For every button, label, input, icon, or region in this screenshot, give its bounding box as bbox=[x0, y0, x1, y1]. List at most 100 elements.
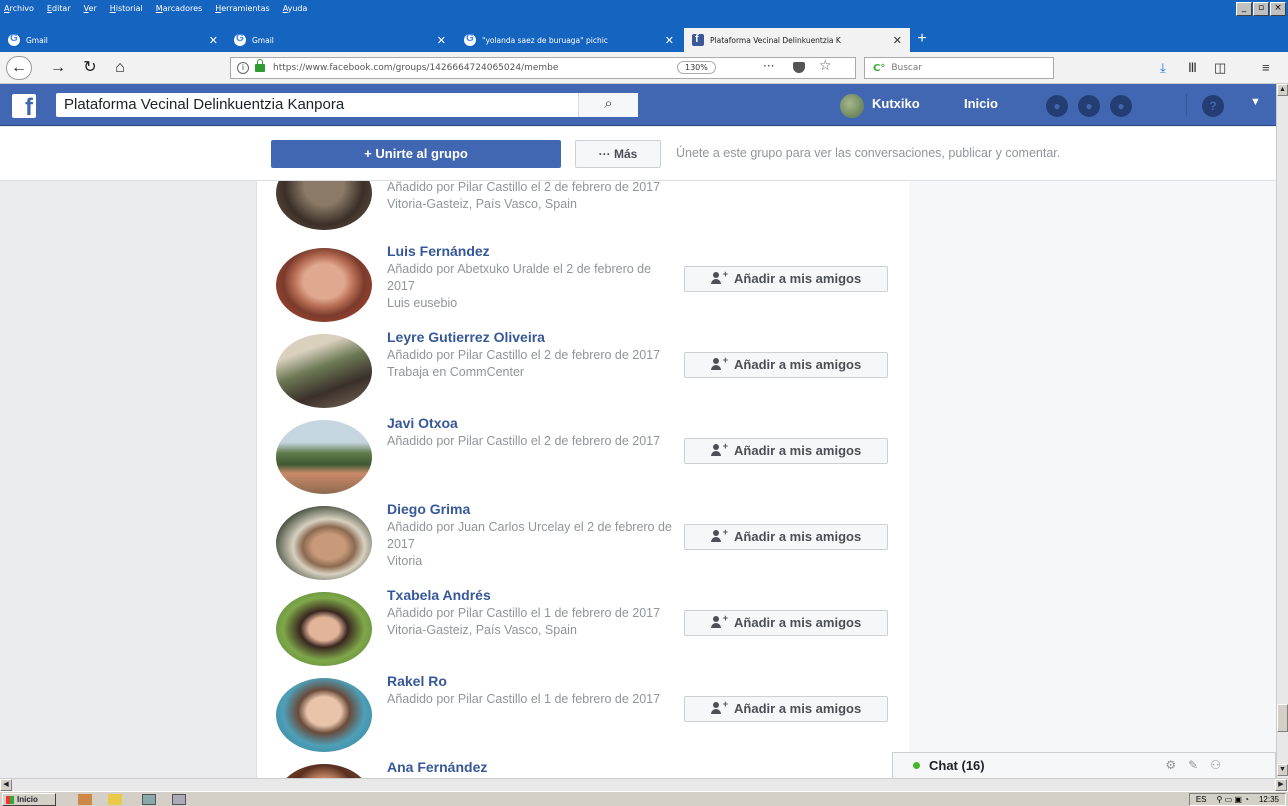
menu-herramientas[interactable]: Herramientas bbox=[215, 4, 270, 13]
browser-search-input[interactable]: C° Buscar bbox=[864, 57, 1054, 79]
tab-gmail-2[interactable]: Gmail ✕ bbox=[226, 28, 454, 52]
menu-ayuda[interactable]: Ayuda bbox=[283, 4, 308, 13]
window-icon[interactable] bbox=[172, 794, 186, 805]
menu-marcadores[interactable]: Marcadores bbox=[156, 4, 202, 13]
download-icon[interactable]: ⤓ bbox=[1160, 60, 1166, 76]
back-button[interactable]: ← bbox=[6, 56, 32, 80]
restore-icon[interactable]: ▫ bbox=[1253, 2, 1269, 16]
member-name[interactable]: Javi Otxoa bbox=[387, 415, 458, 431]
add-friend-button[interactable]: + Añadir a mis amigos bbox=[684, 696, 888, 722]
member-name[interactable]: Leyre Gutierrez Oliveira bbox=[387, 329, 545, 345]
tab-title: Gmail bbox=[252, 35, 274, 45]
chat-bar[interactable]: Chat (16) ⚙✎⚇ bbox=[892, 752, 1276, 778]
tab-google-search[interactable]: "yolanda saez de buruaga" pichic ✕ bbox=[456, 28, 682, 52]
forward-button[interactable]: → bbox=[48, 58, 68, 78]
tab-gmail-1[interactable]: Gmail ✕ bbox=[0, 28, 226, 52]
tray-icons: ⚲ ▭ ▣ ◔ bbox=[1216, 795, 1249, 804]
quicklaunch-icon[interactable] bbox=[78, 794, 92, 805]
google-icon bbox=[464, 33, 476, 46]
clock: 12:35 bbox=[1258, 795, 1279, 804]
language-indicator[interactable]: ES bbox=[1196, 794, 1207, 805]
home-link[interactable]: Inicio bbox=[964, 96, 998, 111]
messenger-icon[interactable]: ● bbox=[1078, 95, 1100, 117]
minimize-icon[interactable]: _ bbox=[1236, 2, 1252, 16]
scroll-down-icon[interactable]: ▼ bbox=[1277, 764, 1288, 776]
close-tab-icon[interactable]: ✕ bbox=[893, 34, 902, 47]
profile-link[interactable]: Kutxiko bbox=[872, 96, 920, 111]
scroll-up-icon[interactable]: ▲ bbox=[1277, 84, 1288, 96]
scroll-thumb[interactable] bbox=[1277, 704, 1288, 732]
member-name[interactable]: Rakel Ro bbox=[387, 673, 447, 689]
menu-archivo[interactable]: Archivo bbox=[4, 4, 34, 13]
close-icon[interactable]: × bbox=[1270, 2, 1286, 16]
menu-historial[interactable]: Historial bbox=[110, 4, 143, 13]
reload-button[interactable]: ↻ bbox=[80, 58, 100, 78]
avatar[interactable] bbox=[276, 592, 372, 666]
facebook-logo-icon[interactable] bbox=[12, 94, 36, 122]
avatar[interactable] bbox=[840, 94, 864, 118]
member-added-info: Añadido por Pilar Castillo el 2 de febre… bbox=[387, 433, 672, 450]
url-text[interactable]: https://www.facebook.com/groups/14266647… bbox=[273, 63, 673, 73]
zoom-indicator[interactable]: 130% bbox=[677, 61, 716, 74]
avatar[interactable] bbox=[276, 181, 372, 230]
settings-icon[interactable]: ⚙ bbox=[1165, 758, 1188, 772]
group-chat-icon[interactable]: ⚇ bbox=[1210, 758, 1233, 772]
close-tab-icon[interactable]: ✕ bbox=[209, 34, 218, 47]
avatar[interactable] bbox=[276, 678, 372, 752]
window-controls: _ ▫ × bbox=[1236, 2, 1286, 16]
menu-editar[interactable]: Editar bbox=[47, 4, 71, 13]
home-button[interactable]: ⌂ bbox=[110, 58, 130, 78]
library-icon[interactable]: Ⅲ bbox=[1188, 60, 1197, 76]
help-icon[interactable]: ? bbox=[1202, 95, 1224, 117]
facebook-search-input[interactable]: Plataforma Vecinal Delinkuentzia Kanpora… bbox=[56, 93, 638, 117]
close-tab-icon[interactable]: ✕ bbox=[665, 34, 674, 47]
add-friend-button[interactable]: + Añadir a mis amigos bbox=[684, 524, 888, 550]
hamburger-menu-icon[interactable]: ≡ bbox=[1262, 60, 1270, 76]
add-friend-label: Añadir a mis amigos bbox=[734, 615, 862, 630]
folder-icon[interactable] bbox=[108, 794, 122, 805]
avatar[interactable] bbox=[276, 506, 372, 580]
member-extra-text: Luis eusebio bbox=[387, 296, 458, 310]
avatar[interactable] bbox=[276, 420, 372, 494]
bookmark-star-icon[interactable]: ☆ bbox=[819, 58, 832, 74]
compose-icon[interactable]: ✎ bbox=[1188, 758, 1210, 772]
url-bar[interactable]: i https://www.facebook.com/groups/142666… bbox=[230, 57, 856, 79]
horizontal-scrollbar[interactable]: ◀ ▶ bbox=[0, 778, 1288, 791]
join-hint-text: Únete a este grupo para ver las conversa… bbox=[676, 146, 1061, 160]
chat-label[interactable]: Chat (16) bbox=[929, 758, 985, 773]
new-tab-button[interactable]: + bbox=[910, 28, 934, 52]
member-name[interactable]: Ana Fernández bbox=[387, 759, 487, 775]
page-actions-icon[interactable]: ··· bbox=[763, 59, 774, 73]
window-icon[interactable] bbox=[142, 794, 156, 805]
notifications-icon[interactable]: ● bbox=[1110, 95, 1132, 117]
vertical-scrollbar[interactable]: ▲ ▼ bbox=[1276, 84, 1288, 778]
member-name[interactable]: Diego Grima bbox=[387, 501, 470, 517]
avatar[interactable] bbox=[276, 334, 372, 408]
join-group-button[interactable]: + Unirte al grupo bbox=[271, 140, 561, 168]
add-friend-button[interactable]: + Añadir a mis amigos bbox=[684, 438, 888, 464]
add-friend-button[interactable]: + Añadir a mis amigos bbox=[684, 610, 888, 636]
start-button[interactable]: Inicio bbox=[2, 793, 56, 806]
info-icon[interactable]: i bbox=[237, 62, 249, 74]
divider bbox=[1186, 94, 1187, 116]
close-tab-icon[interactable]: ✕ bbox=[437, 34, 446, 47]
account-menu-icon[interactable]: ▼ bbox=[1250, 96, 1261, 108]
more-button[interactable]: ··· Más bbox=[575, 140, 661, 168]
location-text: Vitoria-Gasteiz, País Vasco, Spain bbox=[387, 197, 577, 211]
member-added-info: Añadido por Pilar Castillo el 1 de febre… bbox=[387, 605, 672, 639]
avatar[interactable] bbox=[276, 248, 372, 322]
sidebar-icon[interactable]: ◫ bbox=[1214, 60, 1226, 76]
tab-facebook[interactable]: Plataforma Vecinal Delinkuentzia K ✕ bbox=[684, 28, 910, 52]
scroll-left-icon[interactable]: ◀ bbox=[0, 779, 12, 791]
member-name[interactable]: Txabela Andrés bbox=[387, 587, 491, 603]
add-friend-label: Añadir a mis amigos bbox=[734, 701, 862, 716]
friend-requests-icon[interactable]: ● bbox=[1046, 95, 1068, 117]
search-icon[interactable]: ⌕ bbox=[578, 93, 638, 117]
member-name[interactable]: Luis Fernández bbox=[387, 243, 490, 259]
add-friend-button[interactable]: + Añadir a mis amigos bbox=[684, 266, 888, 292]
add-friend-button[interactable]: + Añadir a mis amigos bbox=[684, 352, 888, 378]
menu-ver[interactable]: Ver bbox=[84, 4, 97, 13]
pocket-icon[interactable] bbox=[793, 62, 805, 73]
add-friend-label: Añadir a mis amigos bbox=[734, 529, 862, 544]
scroll-right-icon[interactable]: ▶ bbox=[1275, 779, 1287, 791]
